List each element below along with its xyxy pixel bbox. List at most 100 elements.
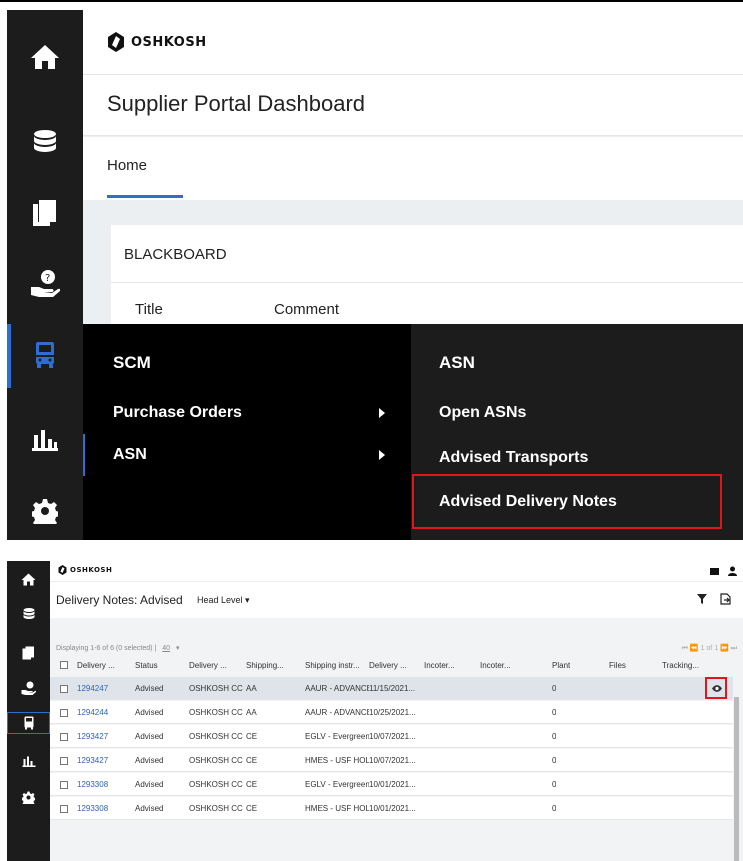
filter-icon[interactable] [697, 594, 707, 604]
column-header[interactable]: Shipping instr... [305, 655, 360, 675]
plant-cell: 0 [552, 708, 557, 717]
oshkosh-logo-icon [108, 32, 124, 52]
oshkosh-logo-icon [58, 565, 67, 575]
chevron-down-icon[interactable]: ▾ [176, 645, 180, 652]
tab-home-underline [107, 195, 183, 198]
export-icon[interactable] [720, 593, 731, 605]
shipping-cell: AA [246, 708, 257, 717]
row-checkbox[interactable] [60, 797, 68, 820]
column-header[interactable]: Plant [552, 655, 570, 675]
table-header: Delivery ... Status Delivery ... Shippin… [50, 655, 733, 675]
menu-item-label: Open ASNs [439, 404, 527, 421]
bar-chart-icon[interactable] [7, 414, 83, 464]
truck-icon[interactable] [7, 712, 50, 734]
plant-cell: 0 [552, 756, 557, 765]
shipping-cell: AA [246, 684, 257, 693]
status-cell: Advised [135, 708, 164, 717]
tab-home[interactable]: Home [107, 157, 147, 174]
shipping-cell: CE [246, 804, 258, 813]
support-hand-icon[interactable]: ? [7, 258, 83, 308]
truck-icon[interactable] [7, 330, 83, 380]
bar-chart-icon[interactable] [7, 751, 50, 771]
table-row[interactable]: 1293308 Advised OSHKOSH CC CE EGLV - Eve… [50, 773, 733, 796]
vertical-scrollbar[interactable] [734, 697, 739, 861]
plant-cell: 0 [552, 804, 557, 813]
column-header[interactable]: Delivery ... [189, 655, 227, 675]
asn-menu: ASN Open ASNs Advised Transports Advised… [411, 324, 743, 540]
column-header[interactable]: Shipping... [246, 655, 284, 675]
row-checkbox[interactable] [60, 749, 68, 772]
delivery-id-link[interactable]: 1293308 [77, 797, 108, 820]
delivery-id-link[interactable]: 1294247 [77, 677, 108, 700]
delivery-id-link[interactable]: 1294244 [77, 701, 108, 724]
delivery-notes-header: Delivery Notes: Advised Head Level ▾ [50, 582, 743, 618]
table-row[interactable]: 1294244 Advised OSHKOSH CC AA AAUR - ADV… [50, 701, 733, 724]
delivery-cell: OSHKOSH CC [189, 756, 243, 765]
documents-icon[interactable] [7, 643, 50, 663]
column-header[interactable]: Delivery ... [77, 655, 115, 675]
blackboard-card: BLACKBOARD Title Comment [111, 225, 743, 325]
menu-item-advised-transports[interactable]: Advised Transports [411, 437, 743, 479]
level-dropdown[interactable]: Head Level ▾ [197, 595, 250, 606]
support-hand-icon[interactable] [7, 678, 50, 698]
status-cell: Advised [135, 732, 164, 741]
pagination[interactable]: ⏮ ⏪ 1 of 1 ⏩ ⏭ [682, 644, 737, 653]
displaying-text: Displaying 1-6 of 6 (0 selected) | [56, 645, 157, 652]
chevron-right-icon [379, 408, 385, 418]
instruction-cell: HMES - USF HOLL [305, 804, 369, 813]
status-cell: Advised [135, 804, 164, 813]
date-cell: 10/01/2021... [369, 804, 416, 813]
delivery-cell: OSHKOSH CC [189, 684, 243, 693]
home-icon[interactable] [7, 32, 83, 82]
row-checkbox[interactable] [60, 677, 68, 700]
column-header[interactable]: Incoter... [480, 655, 511, 675]
plant-cell: 0 [552, 732, 557, 741]
date-cell: 10/07/2021... [369, 756, 416, 765]
table-row[interactable]: 1293427 Advised OSHKOSH CC CE EGLV - Eve… [50, 725, 733, 748]
database-icon[interactable] [7, 604, 50, 624]
user-icon[interactable] [728, 566, 737, 576]
table-row[interactable]: 1293427 Advised OSHKOSH CC CE HMES - USF… [50, 749, 733, 772]
menu-item-asn[interactable]: ASN [83, 434, 411, 476]
instruction-cell: EGLV - Evergreen... [305, 732, 369, 741]
shipping-cell: CE [246, 732, 258, 741]
select-all-checkbox[interactable] [60, 655, 68, 675]
shipping-cell: CE [246, 756, 258, 765]
top-border [0, 0, 743, 2]
delivery-id-link[interactable]: 1293427 [77, 725, 108, 748]
row-checkbox[interactable] [60, 773, 68, 796]
scm-menu: SCM Purchase Orders ASN [83, 324, 411, 540]
delivery-cell: OSHKOSH CC [189, 780, 243, 789]
gear-icon[interactable] [7, 787, 50, 807]
row-checkbox[interactable] [60, 701, 68, 724]
notes-icon[interactable] [710, 568, 719, 575]
highlight-box [412, 474, 722, 529]
blackboard-title: BLACKBOARD [124, 246, 227, 263]
gear-icon[interactable] [7, 486, 83, 536]
left-nav-rail: ? [7, 10, 83, 540]
instruction-cell: AAUR - ADVANCEI [305, 684, 369, 693]
menu-item-label: Advised Transports [439, 449, 589, 466]
delivery-id-link[interactable]: 1293308 [77, 773, 108, 796]
column-header[interactable]: Status [135, 655, 158, 675]
table-row[interactable]: 1293308 Advised OSHKOSH CC CE HMES - USF… [50, 797, 733, 820]
column-header[interactable]: Files [609, 655, 626, 675]
row-checkbox[interactable] [60, 725, 68, 748]
database-icon[interactable] [7, 118, 83, 168]
table-row[interactable]: 1294247 Advised OSHKOSH CC AA AAUR - ADV… [50, 677, 733, 700]
delivery-id-link[interactable]: 1293427 [77, 749, 108, 772]
oshkosh-logo[interactable]: OSHKOSH [58, 565, 112, 575]
menu-item-open-asns[interactable]: Open ASNs [411, 392, 743, 434]
status-cell: Advised [135, 780, 164, 789]
chevron-right-icon [379, 450, 385, 460]
column-comment: Comment [274, 301, 340, 318]
column-header[interactable]: Tracking... [662, 655, 699, 675]
oshkosh-logo[interactable]: OSHKOSH [107, 32, 207, 52]
page-size-select[interactable]: 40 [162, 645, 170, 652]
documents-icon[interactable] [7, 188, 83, 238]
home-icon[interactable] [7, 569, 50, 589]
menu-item-purchase-orders[interactable]: Purchase Orders [83, 392, 411, 434]
column-header[interactable]: Delivery ... [369, 655, 407, 675]
delivery-cell: OSHKOSH CC [189, 708, 243, 717]
column-header[interactable]: Incoter... [424, 655, 455, 675]
